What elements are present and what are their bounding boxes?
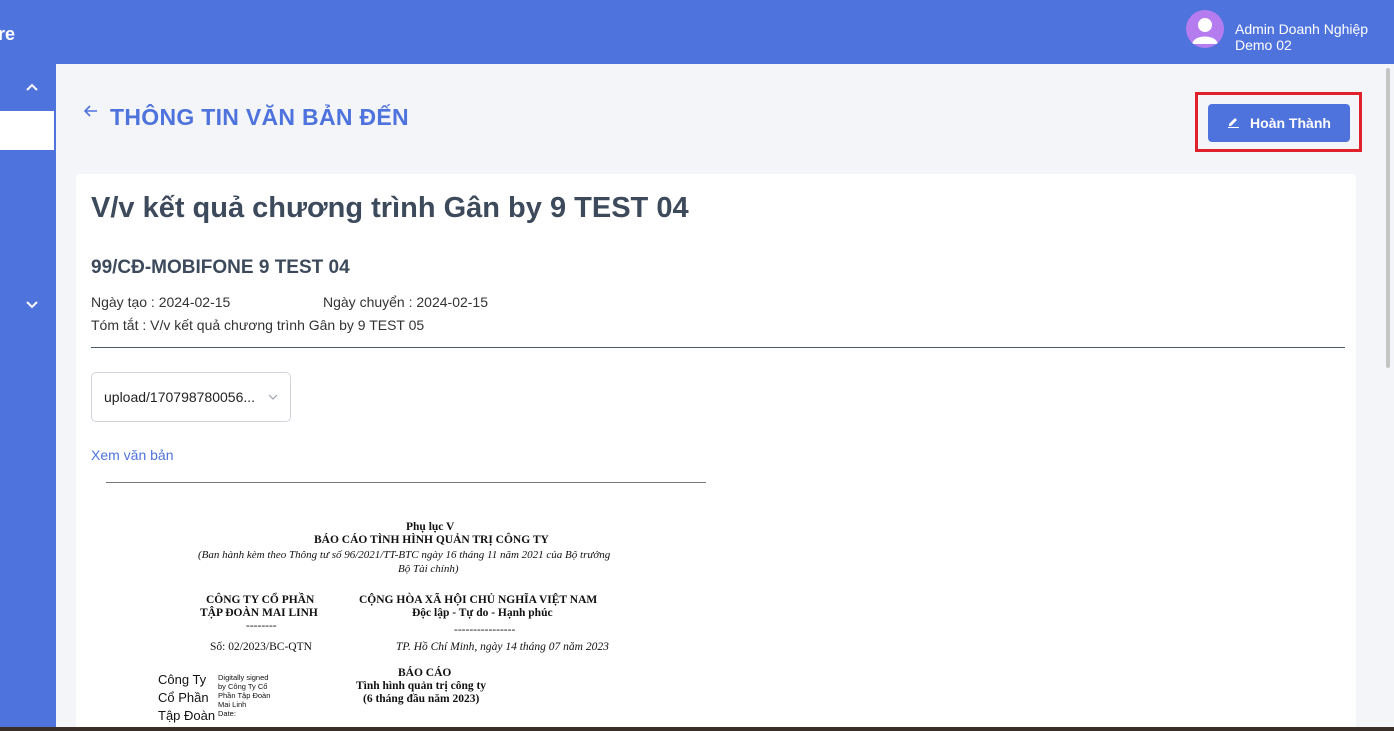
preview-report-title: BÁO CÁO TÌNH HÌNH QUẢN TRỊ CÔNG TY <box>314 534 549 546</box>
complete-button[interactable]: Hoàn Thành <box>1208 104 1350 142</box>
created-date: Ngày tạo : 2024-02-15 <box>91 294 231 310</box>
desktop-background-strip <box>0 727 1394 731</box>
preview-issued-note-2: Bộ Tài chính) <box>398 563 459 575</box>
sidebar: re <box>0 0 56 727</box>
sidebar-item-active[interactable] <box>0 111 54 150</box>
preview-dash-2: ---------------- <box>454 624 516 636</box>
main-content: THÔNG TIN VĂN BẢN ĐẾN Hoàn Thành V/v kết… <box>56 64 1383 727</box>
chevron-down-icon <box>268 389 278 403</box>
preview-republic: CỘNG HÒA XÃ HỘI CHỦ NGHĨA VIỆT NAM <box>359 594 598 606</box>
preview-issued-note: (Ban hành kèm theo Thông tư số 96/2021/T… <box>198 549 611 561</box>
preview-number: Số: 02/2023/BC-QTN <box>210 641 312 653</box>
pencil-icon <box>1227 115 1240 131</box>
preview-dash-1: -------- <box>246 620 277 632</box>
user-name[interactable]: Admin Doanh Nghiệp Demo 02 <box>1235 21 1394 53</box>
summary: Tóm tắt : V/v kết quả chương trình Gân b… <box>91 317 425 333</box>
scrollbar[interactable] <box>1383 64 1394 727</box>
document-code: 99/CĐ-MOBIFONE 9 TEST 04 <box>91 257 350 278</box>
preview-appendix: Phụ lục V <box>406 521 455 533</box>
document-title: V/v kết quả chương trình Gân by 9 TEST 0… <box>91 192 689 224</box>
top-bar: Admin Doanh Nghiệp Demo 02 <box>56 0 1394 64</box>
preview-company-2: TẬP ĐOÀN MAI LINH <box>200 607 318 619</box>
document-card: V/v kết quả chương trình Gân by 9 TEST 0… <box>76 174 1356 727</box>
preview-report-sub: Tình hình quản trị công ty <box>356 680 487 692</box>
divider <box>91 347 1345 348</box>
file-select[interactable]: upload/170798780056... <box>91 372 291 422</box>
user-icon[interactable] <box>1186 10 1224 48</box>
chevron-up-icon[interactable] <box>26 78 38 94</box>
document-preview: Phụ lục V BÁO CÁO TÌNH HÌNH QUẢN TRỊ CÔN… <box>106 482 706 727</box>
arrow-left-icon[interactable] <box>83 104 98 123</box>
preview-signature: Công Ty Cổ Phần Tập Đoàn <box>158 672 216 723</box>
view-document-link[interactable]: Xem văn bản <box>91 447 174 463</box>
file-select-value: upload/170798780056... <box>104 389 256 405</box>
chevron-down-icon[interactable] <box>26 296 38 312</box>
preview-company-1: CÔNG TY CỔ PHẦN <box>206 594 315 606</box>
complete-button-label: Hoàn Thành <box>1250 115 1331 131</box>
preview-report-period: (6 tháng đầu năm 2023) <box>363 693 480 705</box>
preview-place-date: TP. Hồ Chí Minh, ngày 14 tháng 07 năm 20… <box>396 641 609 653</box>
preview-signature-details: Digitally signed by Công Ty Cổ Phần Tập … <box>218 673 271 718</box>
scrollbar-thumb[interactable] <box>1386 68 1390 368</box>
page-title: THÔNG TIN VĂN BẢN ĐẾN <box>110 104 409 130</box>
preview-motto: Độc lập - Tự do - Hạnh phúc <box>412 607 553 619</box>
transferred-date: Ngày chuyển : 2024-02-15 <box>323 294 488 310</box>
preview-report: BÁO CÁO <box>398 667 452 679</box>
sidebar-brand: re <box>0 24 16 44</box>
